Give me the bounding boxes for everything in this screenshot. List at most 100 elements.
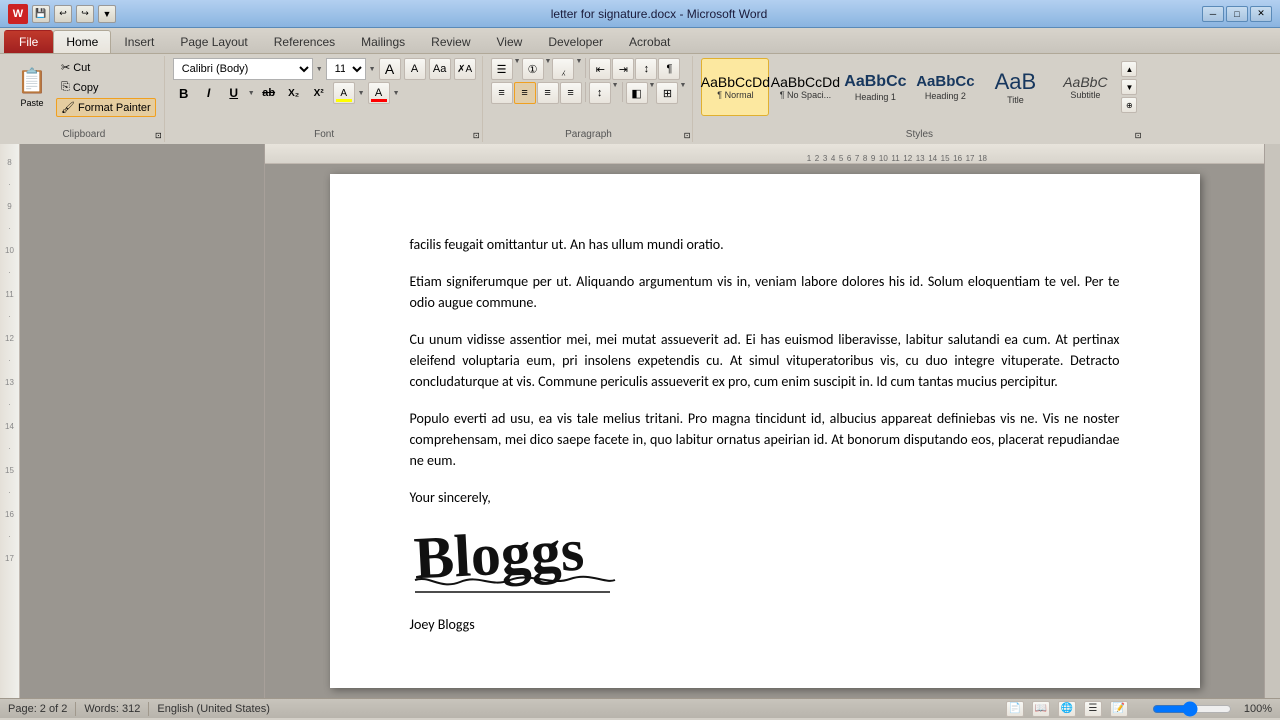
tab-insert[interactable]: Insert xyxy=(111,30,167,53)
style-subtitle[interactable]: AaBbC Subtitle xyxy=(1051,58,1119,116)
style-h2-label: Heading 2 xyxy=(925,91,966,101)
change-case-btn[interactable]: Aa xyxy=(429,58,451,80)
font-content: Calibri (Body) ▼ 11 ▼ A A Aa ✗A B I U ▼ … xyxy=(173,58,476,118)
shrink-font-btn[interactable]: A xyxy=(404,58,426,80)
style-title[interactable]: AaB Title xyxy=(981,58,1049,116)
para-2[interactable]: Etiam signiferumque per ut. Aliquando ar… xyxy=(410,271,1120,313)
font-size-select[interactable]: 11 xyxy=(326,58,366,80)
tab-pagelayout[interactable]: Page Layout xyxy=(167,30,260,53)
tab-references[interactable]: References xyxy=(261,30,348,53)
ruler-marks: 8 · 9 · 10 · 11 · 12 · 13 · 14 · 15 · 16… xyxy=(5,158,14,563)
para-1[interactable]: facilis feugait omittantur ut. An has ul… xyxy=(410,234,1120,255)
font-color-btn[interactable]: A xyxy=(368,82,390,104)
paste-button[interactable]: 📋 Paste xyxy=(10,58,54,116)
spacing-arrow: ▼ xyxy=(612,82,619,104)
undo-btn[interactable]: ↩ xyxy=(54,5,72,23)
grow-font-btn[interactable]: A xyxy=(379,58,401,80)
paragraph-expand[interactable]: ⊡ xyxy=(684,131,691,140)
align-right-btn[interactable]: ≡ xyxy=(537,82,559,104)
styles-down[interactable]: ▼ xyxy=(1121,79,1137,95)
style-normal-preview: AaBbCcDd xyxy=(701,74,770,91)
r9: 9 xyxy=(871,154,875,163)
multilevel-btn[interactable]: ⁁ xyxy=(552,58,574,80)
view-fullread-btn[interactable]: 📖 xyxy=(1032,701,1050,717)
maximize-btn[interactable]: □ xyxy=(1226,6,1248,22)
r8: 8 xyxy=(863,154,867,163)
view-print-btn[interactable]: 📄 xyxy=(1006,701,1024,717)
decrease-indent-btn[interactable]: ⇤ xyxy=(589,58,611,80)
styles-content: AaBbCcDd ¶ Normal AaBbCcDd ¶ No Spaci...… xyxy=(701,58,1137,140)
document[interactable]: facilis feugait omittantur ut. An has ul… xyxy=(330,174,1200,688)
italic-btn[interactable]: I xyxy=(198,82,220,104)
r3: 3 xyxy=(823,154,827,163)
font-label: Font xyxy=(167,129,482,140)
redo-btn[interactable]: ↪ xyxy=(76,5,94,23)
borders-btn[interactable]: ⊞ xyxy=(656,82,678,104)
format-painter-button[interactable]: 🖌 Format Painter xyxy=(56,98,156,117)
sort-btn[interactable]: ↕ xyxy=(635,58,657,80)
para-4[interactable]: Populo everti ad usu, ea vis tale melius… xyxy=(410,408,1120,471)
style-nospace[interactable]: AaBbCcDd ¶ No Spaci... xyxy=(771,58,839,116)
align-left-btn[interactable]: ≡ xyxy=(491,82,513,104)
window-controls: ─ □ ✕ xyxy=(1202,6,1272,22)
customize-btn[interactable]: ▼ xyxy=(98,5,116,23)
clipboard-expand[interactable]: ⊡ xyxy=(155,131,162,140)
view-web-btn[interactable]: 🌐 xyxy=(1058,701,1076,717)
r1: 1 xyxy=(807,154,811,163)
font-expand[interactable]: ⊡ xyxy=(473,131,480,140)
tab-developer[interactable]: Developer xyxy=(535,30,616,53)
font-drop-arrow: ▼ xyxy=(316,66,323,73)
tab-view[interactable]: View xyxy=(484,30,536,53)
tab-mailings[interactable]: Mailings xyxy=(348,30,418,53)
copy-button[interactable]: ⎘ Copy xyxy=(56,78,156,97)
para-3[interactable]: Cu unum vidisse assentior mei, mei mutat… xyxy=(410,329,1120,392)
underline-btn[interactable]: U xyxy=(223,82,245,104)
page-area[interactable]: facilis feugait omittantur ut. An has ul… xyxy=(265,164,1264,698)
save-btn[interactable]: 💾 xyxy=(32,5,50,23)
r15: 15 xyxy=(941,154,950,163)
view-outline-btn[interactable]: ☰ xyxy=(1084,701,1102,717)
bullets-btn[interactable]: ☰ xyxy=(491,58,513,80)
tab-file[interactable]: File xyxy=(4,30,53,53)
bold-btn[interactable]: B xyxy=(173,82,195,104)
close-btn[interactable]: ✕ xyxy=(1250,6,1272,22)
font-group: Calibri (Body) ▼ 11 ▼ A A Aa ✗A B I U ▼ … xyxy=(167,56,483,142)
style-normal[interactable]: AaBbCcDd ¶ Normal xyxy=(701,58,769,116)
styles-more[interactable]: ⊕ xyxy=(1121,97,1137,113)
r10: 10 xyxy=(879,154,888,163)
r2: 2 xyxy=(815,154,819,163)
styles-expand[interactable]: ⊡ xyxy=(1135,131,1142,140)
clear-format-btn[interactable]: ✗A xyxy=(454,58,476,80)
ruler-16: 16 xyxy=(5,510,14,519)
tab-acrobat[interactable]: Acrobat xyxy=(616,30,683,53)
subscript-btn[interactable]: X₂ xyxy=(283,82,305,104)
font-row-2: B I U ▼ ab X₂ X² A ▼ A ▼ xyxy=(173,82,476,104)
para-5[interactable]: Your sincerely, xyxy=(410,487,1120,508)
ruler-sep5: · xyxy=(8,356,11,365)
paragraph-label: Paragraph xyxy=(485,129,693,140)
language: English (United States) xyxy=(157,703,270,715)
superscript-btn[interactable]: X² xyxy=(308,82,330,104)
para-sep2 xyxy=(585,82,586,102)
tab-review[interactable]: Review xyxy=(418,30,483,53)
minimize-btn[interactable]: ─ xyxy=(1202,6,1224,22)
style-heading1[interactable]: AaBbCc Heading 1 xyxy=(841,58,909,116)
justify-btn[interactable]: ≡ xyxy=(560,82,582,104)
view-draft-btn[interactable]: 📝 xyxy=(1110,701,1128,717)
numbering-btn[interactable]: ① xyxy=(522,58,544,80)
zoom-slider[interactable] xyxy=(1152,703,1232,715)
strikethrough-btn[interactable]: ab xyxy=(258,82,280,104)
text-highlight-btn[interactable]: A xyxy=(333,82,355,104)
style-heading2[interactable]: AaBbCc Heading 2 xyxy=(911,58,979,116)
font-name-select[interactable]: Calibri (Body) xyxy=(173,58,313,80)
styles-up[interactable]: ▲ xyxy=(1121,61,1137,77)
increase-indent-btn[interactable]: ⇥ xyxy=(612,58,634,80)
ribbon: 📋 Paste ✂ Cut ⎘ Copy 🖌 Format Painter Cl… xyxy=(0,54,1280,144)
shading-btn[interactable]: ◧ xyxy=(626,82,648,104)
align-center-btn[interactable]: ≡ xyxy=(514,82,536,104)
tab-home[interactable]: Home xyxy=(53,30,111,53)
show-marks-btn[interactable]: ¶ xyxy=(658,58,680,80)
para-row-2: ≡ ≡ ≡ ≡ ↕ ▼ ◧ ▼ ⊞ ▼ xyxy=(491,82,687,104)
cut-button[interactable]: ✂ Cut xyxy=(56,58,156,77)
line-spacing-btn[interactable]: ↕ xyxy=(589,82,611,104)
